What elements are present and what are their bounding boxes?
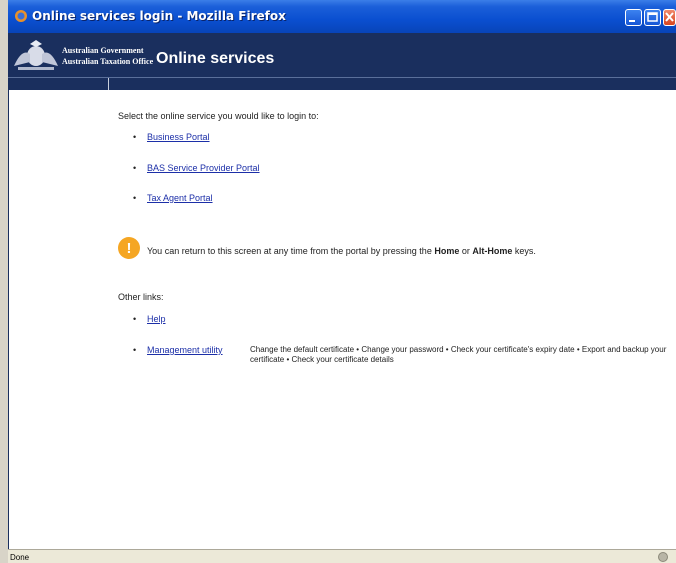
bullet-icon: • (133, 314, 137, 324)
browser-window: Online services login - Mozilla Firefox … (8, 0, 676, 563)
maximize-button[interactable] (644, 9, 661, 26)
security-status-icon[interactable] (658, 552, 668, 562)
help-link[interactable]: Help (147, 314, 166, 324)
bullet-icon: • (133, 345, 137, 355)
management-utility-link[interactable]: Management utility (147, 345, 223, 355)
other-links-label: Other links: (118, 292, 164, 302)
exclamation-icon: ! (118, 237, 140, 259)
bullet-icon: • (133, 193, 137, 203)
firefox-icon (15, 10, 27, 22)
management-utility-description: Change the default certificate • Change … (250, 345, 667, 364)
gov-line-1: Australian Government (62, 46, 144, 55)
bas-service-provider-portal-link[interactable]: BAS Service Provider Portal (147, 163, 260, 173)
status-text: Done (10, 553, 30, 562)
notice-pre: You can return to this screen at any tim… (147, 246, 435, 256)
business-portal-link[interactable]: Business Portal (147, 132, 210, 142)
gov-line-2: Australian Taxation Office (62, 57, 154, 66)
page-title: Online services (156, 50, 275, 67)
bullet-icon: • (133, 132, 137, 142)
minimize-button[interactable] (625, 9, 642, 26)
coat-of-arms-icon (14, 40, 58, 70)
notice-key-alt-home: Alt-Home (472, 246, 513, 256)
maximize-icon (647, 12, 658, 22)
notice-key-home: Home (434, 246, 460, 256)
tax-agent-portal-link[interactable]: Tax Agent Portal (147, 193, 213, 203)
close-icon (665, 12, 674, 22)
window-title: Online services login - Mozilla Firefox (32, 9, 286, 23)
info-notice: ! You can return to this screen at any t… (118, 237, 676, 261)
notice-text: You can return to this screen at any tim… (147, 246, 536, 256)
status-bar: Done (8, 549, 676, 563)
close-button[interactable] (663, 9, 676, 26)
title-bar[interactable]: Online services login - Mozilla Firefox (8, 0, 676, 33)
site-header: Australian Government Australian Taxatio… (8, 33, 676, 77)
government-logo-text: Australian Government Australian Taxatio… (62, 45, 153, 67)
minimize-icon (629, 20, 635, 22)
notice-mid: or (459, 246, 473, 256)
main-content: Select the online service you would like… (8, 89, 676, 549)
bullet-icon: • (133, 163, 137, 173)
notice-post: keys. (512, 246, 536, 256)
intro-text: Select the online service you would like… (118, 111, 319, 121)
